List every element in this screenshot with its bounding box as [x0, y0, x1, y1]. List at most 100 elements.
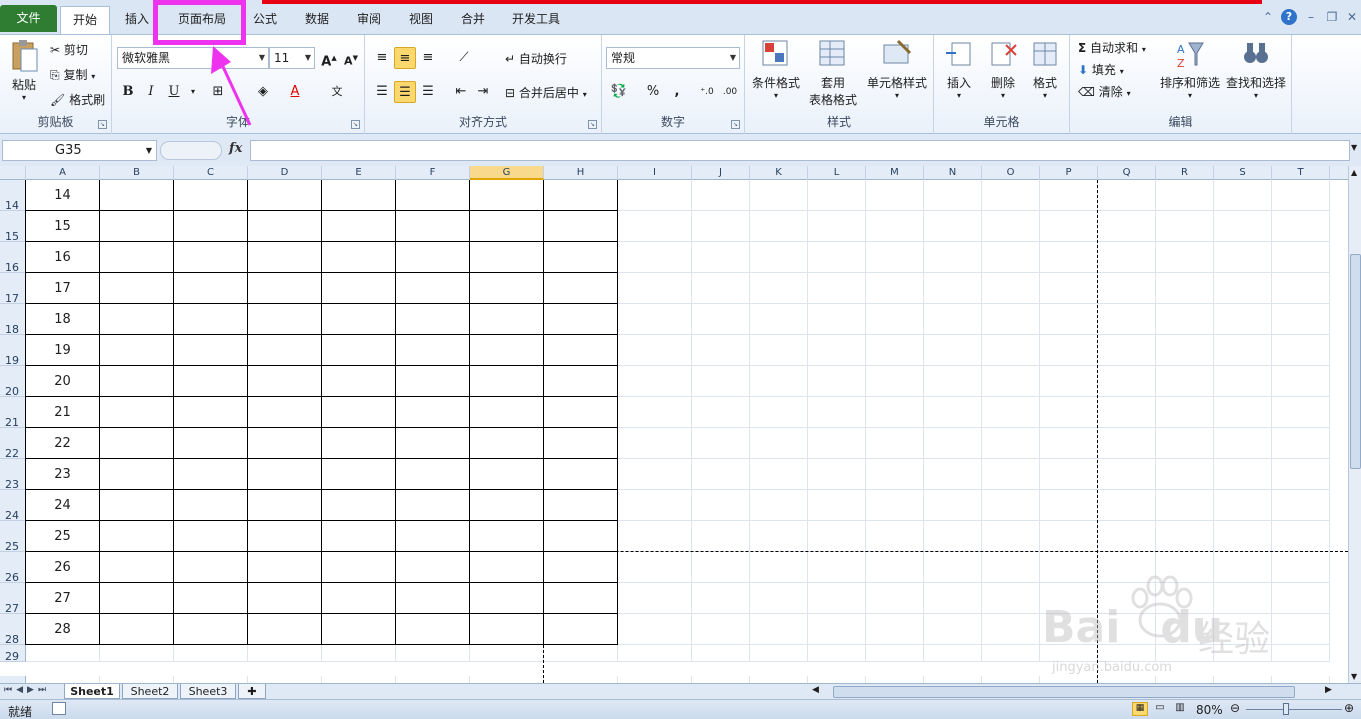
cell-c27[interactable]: [174, 583, 248, 614]
cell-e20[interactable]: [322, 366, 396, 397]
cell-i22[interactable]: [618, 428, 692, 459]
cell-d25[interactable]: [248, 521, 322, 552]
cell-m17[interactable]: [866, 273, 924, 304]
cell-j15[interactable]: [692, 211, 750, 242]
cell-b20[interactable]: [100, 366, 174, 397]
cell-n20[interactable]: [924, 366, 982, 397]
cell-k19[interactable]: [750, 335, 808, 366]
cell-e27[interactable]: [322, 583, 396, 614]
cell-d18[interactable]: [248, 304, 322, 335]
merge-center-button[interactable]: ⊟ 合并后居中 ▾: [505, 84, 587, 101]
cell-m16[interactable]: [866, 242, 924, 273]
cell-o25[interactable]: [982, 521, 1040, 552]
cell-p19[interactable]: [1040, 335, 1098, 366]
cell-q15[interactable]: [1098, 211, 1156, 242]
vertical-scrollbar[interactable]: ▲ ▼: [1348, 166, 1361, 683]
cell-r22[interactable]: [1156, 428, 1214, 459]
cell-t19[interactable]: [1272, 335, 1330, 366]
cell-f27[interactable]: [396, 583, 470, 614]
cell-o29[interactable]: [982, 645, 1040, 662]
cell-q24[interactable]: [1098, 490, 1156, 521]
row-header-15[interactable]: 15: [0, 211, 26, 243]
cell-n30[interactable]: [924, 676, 982, 683]
cell-h24[interactable]: [544, 490, 618, 521]
tab-review[interactable]: 审阅: [344, 6, 394, 34]
cell-f23[interactable]: [396, 459, 470, 490]
cell-m29[interactable]: [866, 645, 924, 662]
cell-j18[interactable]: [692, 304, 750, 335]
cell-n23[interactable]: [924, 459, 982, 490]
cell-p25[interactable]: [1040, 521, 1098, 552]
percent-button[interactable]: %: [642, 81, 664, 103]
cell-g22[interactable]: [470, 428, 544, 459]
cell-styles-button[interactable]: 单元格样式 ▾: [863, 39, 931, 100]
cell-o22[interactable]: [982, 428, 1040, 459]
cell-i18[interactable]: [618, 304, 692, 335]
cell-s18[interactable]: [1214, 304, 1272, 335]
cell-s22[interactable]: [1214, 428, 1272, 459]
cell-d26[interactable]: [248, 552, 322, 583]
help-icon[interactable]: ?: [1281, 9, 1297, 25]
column-header-q[interactable]: Q: [1098, 166, 1156, 180]
cell-b14[interactable]: [100, 180, 174, 211]
cell-p18[interactable]: [1040, 304, 1098, 335]
cell-c21[interactable]: [174, 397, 248, 428]
cell-p15[interactable]: [1040, 211, 1098, 242]
cell-s15[interactable]: [1214, 211, 1272, 242]
cell-c17[interactable]: [174, 273, 248, 304]
cell-b23[interactable]: [100, 459, 174, 490]
cell-n28[interactable]: [924, 614, 982, 645]
cell-o20[interactable]: [982, 366, 1040, 397]
macro-record-icon[interactable]: [52, 702, 66, 715]
cell-p23[interactable]: [1040, 459, 1098, 490]
cell-r23[interactable]: [1156, 459, 1214, 490]
cell-h29[interactable]: [544, 645, 618, 662]
cell-e24[interactable]: [322, 490, 396, 521]
cell-a26[interactable]: 26: [26, 552, 100, 583]
column-header-k[interactable]: K: [750, 166, 808, 180]
cell-g28[interactable]: [470, 614, 544, 645]
cell-r19[interactable]: [1156, 335, 1214, 366]
cell-m23[interactable]: [866, 459, 924, 490]
cell-a22[interactable]: 22: [26, 428, 100, 459]
formula-input[interactable]: [250, 140, 1350, 161]
row-header-30[interactable]: 30: [0, 676, 26, 683]
cell-a14[interactable]: 14: [26, 180, 100, 211]
cell-j19[interactable]: [692, 335, 750, 366]
currency-icon[interactable]: 💱: [608, 81, 630, 103]
cell-k16[interactable]: [750, 242, 808, 273]
shrink-font-button[interactable]: A▼: [340, 47, 362, 69]
cell-b24[interactable]: [100, 490, 174, 521]
column-header-t[interactable]: T: [1272, 166, 1330, 180]
phonetic-button[interactable]: 文: [326, 81, 348, 103]
cell-a29[interactable]: [26, 645, 100, 662]
autosum-button[interactable]: Σ 自动求和 ▾: [1078, 39, 1146, 56]
cell-q23[interactable]: [1098, 459, 1156, 490]
cell-c26[interactable]: [174, 552, 248, 583]
cell-q17[interactable]: [1098, 273, 1156, 304]
underline-dropdown-icon[interactable]: ▾: [182, 81, 204, 103]
cell-n15[interactable]: [924, 211, 982, 242]
cell-e15[interactable]: [322, 211, 396, 242]
cell-l26[interactable]: [808, 552, 866, 583]
decrease-indent-icon[interactable]: ⇤: [450, 81, 472, 103]
cell-c14[interactable]: [174, 180, 248, 211]
cell-o24[interactable]: [982, 490, 1040, 521]
cell-d30[interactable]: [248, 676, 322, 683]
cell-d20[interactable]: [248, 366, 322, 397]
cell-a25[interactable]: 25: [26, 521, 100, 552]
cell-p14[interactable]: [1040, 180, 1098, 211]
cell-d22[interactable]: [248, 428, 322, 459]
cell-l24[interactable]: [808, 490, 866, 521]
cell-e23[interactable]: [322, 459, 396, 490]
cell-e28[interactable]: [322, 614, 396, 645]
cell-f17[interactable]: [396, 273, 470, 304]
cell-r20[interactable]: [1156, 366, 1214, 397]
conditional-format-button[interactable]: 条件格式 ▾: [749, 39, 803, 100]
cell-f29[interactable]: [396, 645, 470, 662]
cell-l30[interactable]: [808, 676, 866, 683]
cell-a16[interactable]: 16: [26, 242, 100, 273]
cell-f25[interactable]: [396, 521, 470, 552]
cell-b21[interactable]: [100, 397, 174, 428]
cell-n16[interactable]: [924, 242, 982, 273]
